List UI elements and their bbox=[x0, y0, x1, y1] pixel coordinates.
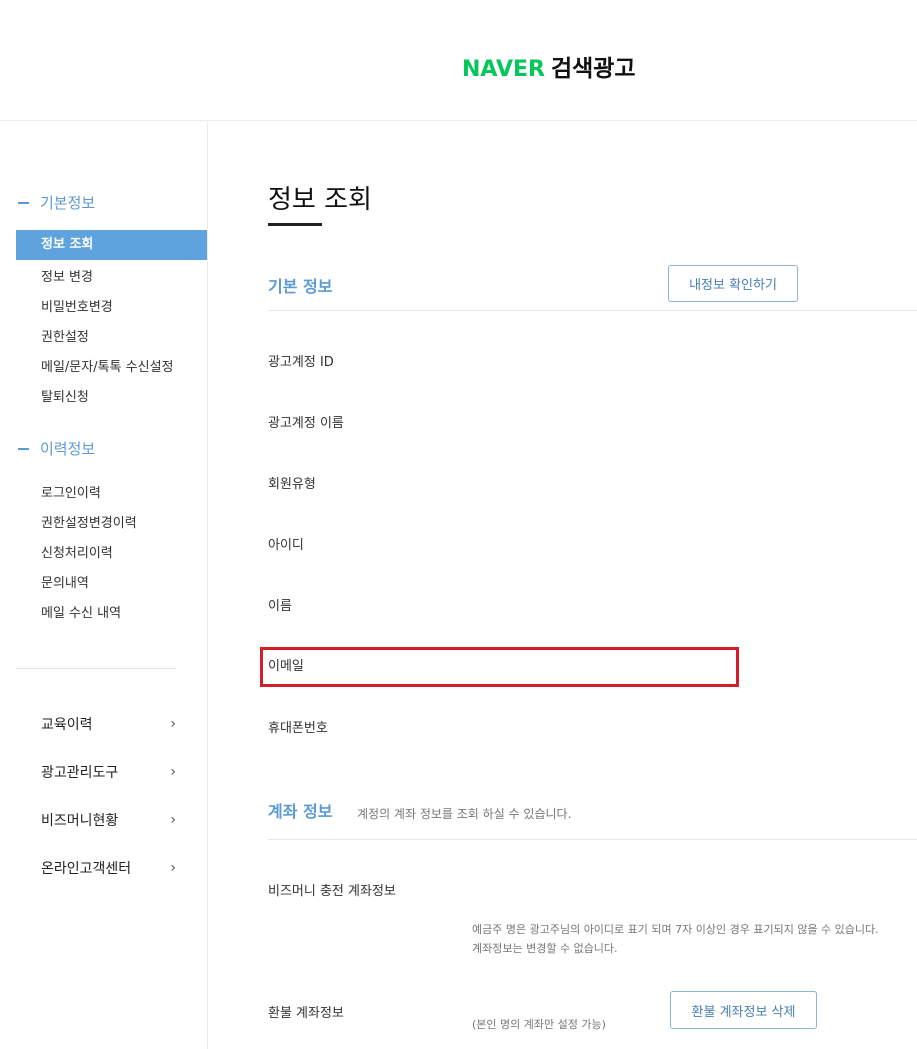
sidebar-section-label: 기본정보 bbox=[40, 194, 96, 212]
sidebar-item-password-change[interactable]: 비밀번호변경 bbox=[41, 296, 113, 315]
account-info-description: 계정의 계좌 정보를 조회 하실 수 있습니다. bbox=[357, 807, 572, 821]
searchad-logo-text: 검색광고 bbox=[550, 56, 636, 82]
sidebar-item-info-view[interactable]: 정보 조회 bbox=[16, 230, 207, 260]
chevron-right-icon: › bbox=[170, 860, 176, 876]
email-highlight-box bbox=[260, 647, 739, 687]
main-content: 정보 조회 기본 정보 내정보 확인하기 광고계정 ID 광고계정 이름 회원유… bbox=[208, 122, 917, 1049]
field-member-type: 회원유형 bbox=[268, 477, 316, 492]
field-name: 이름 bbox=[268, 599, 292, 614]
sidebar-item-withdrawal[interactable]: 탈퇴신청 bbox=[41, 386, 89, 405]
sidebar-menu-label: 광고관리도구 bbox=[41, 765, 119, 781]
sidebar-item-mail-history[interactable]: 메일 수신 내역 bbox=[41, 602, 121, 621]
field-bizmoney-account: 비즈머니 충전 계좌정보 bbox=[268, 884, 396, 899]
verify-my-info-button[interactable]: 내정보 확인하기 bbox=[668, 265, 798, 302]
sidebar-section-basic-info[interactable]: 기본정보 bbox=[18, 192, 95, 213]
sidebar-item-login-history[interactable]: 로그인이력 bbox=[41, 482, 101, 501]
top-header: NAVER 검색광고 bbox=[0, 0, 917, 121]
page-title: 정보 조회 bbox=[268, 185, 372, 215]
sidebar-menu-bizmoney[interactable]: 비즈머니현황 › bbox=[41, 810, 176, 830]
basic-info-heading: 기본 정보 bbox=[268, 277, 333, 296]
sidebar-menu-customer-center[interactable]: 온라인고객센터 › bbox=[41, 858, 176, 878]
refund-account-note: (본인 명의 계좌만 설정 가능) bbox=[472, 1018, 606, 1031]
sidebar-divider bbox=[16, 668, 176, 669]
sidebar-item-permission-history[interactable]: 권한설정변경이력 bbox=[41, 512, 137, 531]
chevron-right-icon: › bbox=[170, 716, 176, 732]
sidebar-menu-education[interactable]: 교육이력 › bbox=[41, 714, 176, 734]
title-underline bbox=[268, 223, 322, 226]
sidebar-item-permission-settings[interactable]: 권한설정 bbox=[41, 326, 89, 345]
sidebar-menu-ad-tools[interactable]: 광고관리도구 › bbox=[41, 762, 176, 782]
sidebar-menu-label: 비즈머니현황 bbox=[41, 813, 119, 829]
sidebar-section-history-info[interactable]: 이력정보 bbox=[18, 438, 95, 459]
account-info-heading: 계좌 정보 bbox=[268, 802, 333, 821]
field-refund-account: 환불 계좌정보 bbox=[268, 1006, 344, 1021]
sidebar-item-info-edit[interactable]: 정보 변경 bbox=[41, 266, 93, 285]
minus-icon bbox=[18, 201, 29, 204]
chevron-right-icon: › bbox=[170, 812, 176, 828]
sidebar-menu-label: 교육이력 bbox=[41, 717, 93, 733]
delete-refund-account-button[interactable]: 환불 계좌정보 삭제 bbox=[670, 991, 817, 1029]
section-divider bbox=[268, 310, 917, 311]
section-divider bbox=[268, 839, 917, 840]
minus-icon bbox=[18, 447, 29, 450]
bizmoney-note-holder: 예금주 명은 광고주님의 아이디로 표기 되며 7자 이상인 경우 표기되지 않… bbox=[472, 923, 879, 936]
chevron-right-icon: › bbox=[170, 764, 176, 780]
sidebar-item-notification-settings[interactable]: 메일/문자/톡톡 수신설정 bbox=[41, 356, 174, 375]
field-mobile-number: 휴대폰번호 bbox=[268, 721, 328, 736]
sidebar-item-request-history[interactable]: 신청처리이력 bbox=[41, 542, 113, 561]
naver-searchad-logo[interactable]: NAVER 검색광고 bbox=[462, 49, 636, 83]
field-ad-account-id: 광고계정 ID bbox=[268, 355, 334, 370]
sidebar-item-inquiry-history[interactable]: 문의내역 bbox=[41, 572, 89, 591]
field-ad-account-name: 광고계정 이름 bbox=[268, 416, 344, 431]
sidebar: 기본정보 정보 조회 정보 변경 비밀번호변경 권한설정 메일/문자/톡톡 수신… bbox=[0, 122, 208, 1049]
field-user-id: 아이디 bbox=[268, 538, 304, 553]
sidebar-section-label: 이력정보 bbox=[40, 440, 96, 458]
bizmoney-note-unchangeable: 계좌정보는 변경할 수 없습니다. bbox=[472, 942, 618, 955]
sidebar-menu-label: 온라인고객센터 bbox=[41, 861, 132, 877]
naver-logo-text: NAVER bbox=[462, 57, 545, 82]
